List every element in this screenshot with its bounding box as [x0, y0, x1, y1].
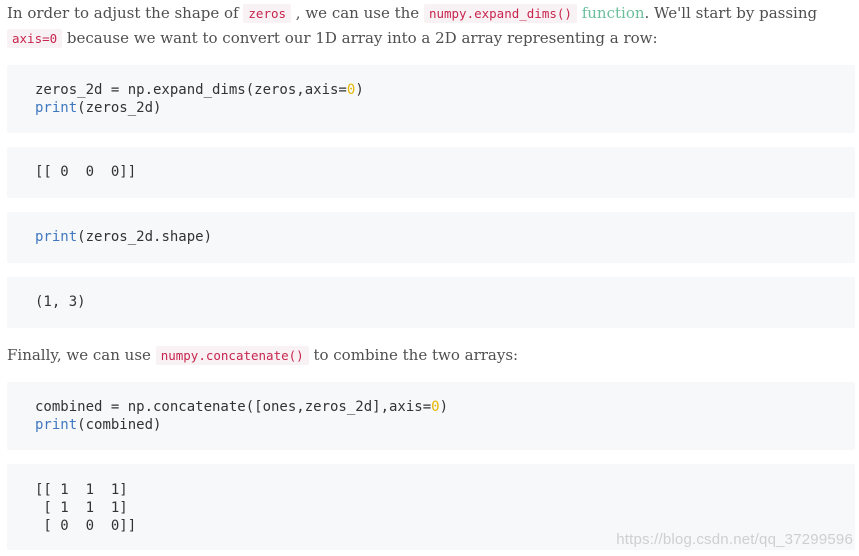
code-keyword: print [35, 229, 78, 245]
article-content: In order to adjust the shape of zeros , … [7, 0, 855, 550]
code-line: (combined) [77, 417, 162, 433]
inline-code-zeros: zeros [243, 4, 292, 23]
code-line: (zeros_2d) [77, 100, 162, 116]
code-line: ) [439, 399, 449, 415]
output-block-shape: (1, 3) [7, 277, 855, 328]
code-keyword: print [35, 100, 78, 116]
output-line: [ 0 0 0]] [35, 518, 137, 534]
code-line: zeros_2d = np.expand_dims(zeros,axis= [35, 82, 347, 98]
inline-code-concatenate: numpy.concatenate() [155, 346, 309, 365]
code-number: 0 [431, 399, 440, 415]
output-line: [[ 0 0 0]] [35, 164, 137, 180]
function-link[interactable]: function [582, 4, 645, 22]
intro-text-4: . We'll start by passing [644, 4, 818, 22]
watermark: https://blog.csdn.net/qq_37299596 [616, 531, 853, 548]
code-keyword: print [35, 417, 78, 433]
output-line: (1, 3) [35, 294, 86, 310]
output-line: [[ 1 1 1] [35, 482, 128, 498]
code-block-concatenate: combined = np.concatenate([ones,zeros_2d… [7, 382, 855, 450]
finally-text-1: Finally, we can use [7, 346, 156, 364]
intro-text-5: because we want to convert our 1D array … [62, 29, 658, 47]
output-line: [ 1 1 1] [35, 500, 128, 516]
output-block-zeros-2d: [[ 0 0 0]] [7, 147, 855, 198]
intro-text-2: , we can use the [291, 4, 424, 22]
intro-text-1: In order to adjust the shape of [7, 4, 244, 22]
code-line: (zeros_2d.shape) [77, 229, 213, 245]
intro-paragraph: In order to adjust the shape of zeros , … [7, 0, 855, 51]
code-line: combined = np.concatenate([ones,zeros_2d… [35, 399, 432, 415]
finally-text-2: to combine the two arrays: [308, 346, 519, 364]
code-block-shape: print(zeros_2d.shape) [7, 212, 855, 263]
inline-code-expand-dims: numpy.expand_dims() [423, 4, 577, 23]
finally-paragraph: Finally, we can use numpy.concatenate() … [7, 342, 855, 368]
code-block-expand-dims: zeros_2d = np.expand_dims(zeros,axis=0) … [7, 65, 855, 133]
inline-code-axis: axis=0 [7, 29, 63, 48]
code-line: ) [355, 82, 364, 98]
